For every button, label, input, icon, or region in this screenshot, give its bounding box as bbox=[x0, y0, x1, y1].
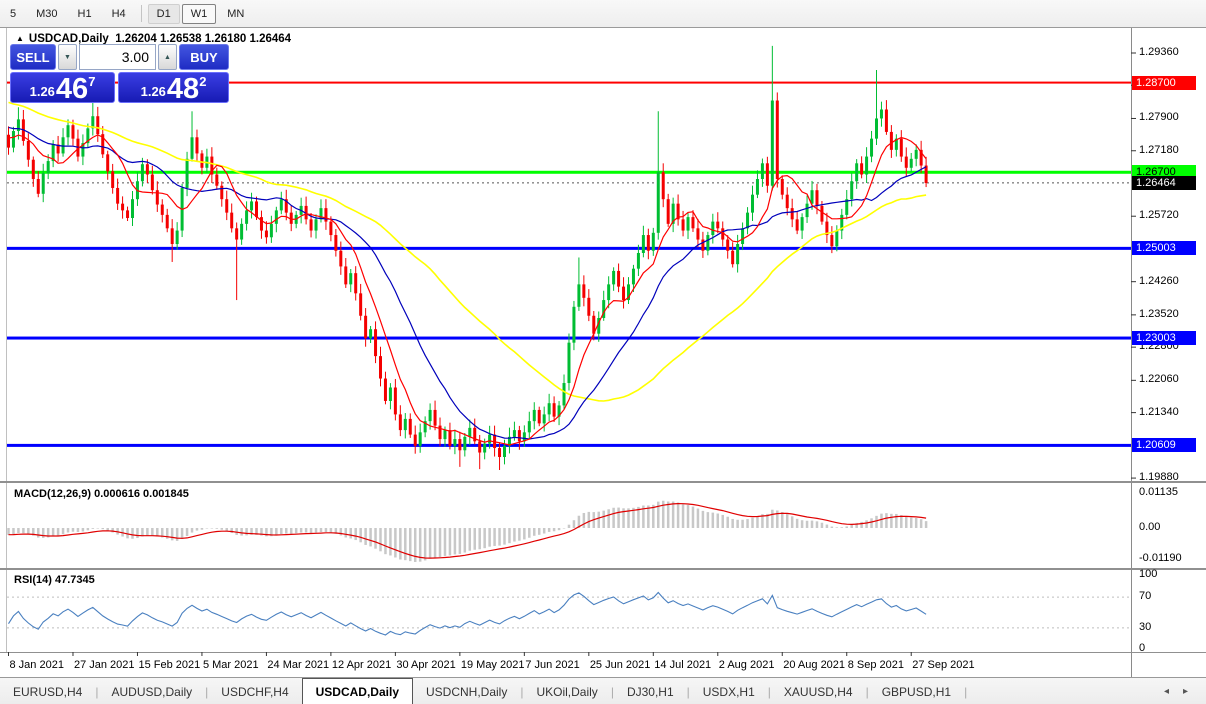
tab-EURUSD-H4[interactable]: EURUSD,H4 bbox=[0, 678, 95, 704]
price-tick-label: 1.29360 bbox=[1139, 46, 1179, 58]
trading-terminal: 5 M30 H1 H4 D1 W1 MN ▲ USDCAD,Daily 1.26204 1.2… bbox=[0, 0, 1206, 704]
tab-UKOil-Daily[interactable]: UKOil,Daily bbox=[523, 678, 610, 704]
sell-price-prefix: 1.26 bbox=[29, 84, 55, 99]
volume-decrease-button[interactable]: ▼ bbox=[58, 44, 77, 70]
hline-price-label: 1.20609 bbox=[1132, 438, 1196, 453]
date-tick-label: 30 Apr 2021 bbox=[396, 659, 456, 671]
current-price-label: 1.26464 bbox=[1132, 175, 1196, 190]
timeframe-button-W1[interactable]: W1 bbox=[181, 3, 217, 24]
sell-price-display[interactable]: 1.26 46 7 bbox=[10, 72, 116, 105]
macd-axis-label: 0.01135 bbox=[1139, 486, 1178, 498]
date-tick-label: 8 Jan 2021 bbox=[9, 659, 64, 671]
timeframe-button-H1[interactable]: H1 bbox=[69, 4, 101, 24]
tab-GBPUSD-H1[interactable]: GBPUSD,H1 bbox=[869, 678, 964, 704]
date-tick-label: 19 May 2021 bbox=[460, 659, 525, 671]
tab-XAUUSD-H4[interactable]: XAUUSD,H4 bbox=[771, 678, 866, 704]
buy-button[interactable]: BUY bbox=[179, 44, 229, 70]
tab-USDX-H1[interactable]: USDX,H1 bbox=[690, 678, 768, 704]
timeframe-button-D1[interactable]: D1 bbox=[147, 3, 180, 24]
macd-label: MACD(12,26,9) 0.000616 0.001845 bbox=[14, 488, 189, 500]
date-tick-label: 24 Mar 2021 bbox=[267, 659, 330, 671]
timeframe-toolbar: 5 M30 H1 H4 D1 W1 MN bbox=[0, 0, 1206, 28]
tab-scroll-right-icon[interactable]: ▸ bbox=[1183, 686, 1188, 697]
price-tick-label: 1.27900 bbox=[1139, 111, 1179, 124]
sell-price-sup: 7 bbox=[88, 74, 96, 89]
price-tick-label: 1.25720 bbox=[1139, 209, 1179, 222]
rsi-axis-label: 0 bbox=[1139, 642, 1146, 654]
price-tick-label: 1.27180 bbox=[1139, 143, 1179, 156]
toolbar-separator bbox=[140, 5, 142, 22]
buy-price-prefix: 1.26 bbox=[140, 84, 166, 99]
timeframe-button-H4[interactable]: H4 bbox=[103, 4, 135, 24]
hline-price-label: 1.23003 bbox=[1132, 331, 1196, 346]
rsi-axis-label: 30 bbox=[1139, 620, 1152, 633]
date-tick-label: 2 Aug 2021 bbox=[718, 659, 775, 671]
tab-USDCNH-Daily[interactable]: USDCNH,Daily bbox=[413, 678, 520, 704]
date-tick-label: 25 Jun 2021 bbox=[589, 659, 651, 671]
macd-axis-label: 0.00 bbox=[1139, 521, 1161, 533]
date-tick-label: 12 Apr 2021 bbox=[331, 659, 392, 671]
tab-USDCHF-H4[interactable]: USDCHF,H4 bbox=[208, 678, 301, 704]
timeframe-button-MN[interactable]: MN bbox=[218, 4, 253, 24]
date-tick-label: 8 Sep 2021 bbox=[847, 659, 905, 671]
volume-input[interactable] bbox=[79, 44, 156, 70]
timeframe-button-5[interactable]: 5 bbox=[1, 4, 25, 24]
symbol-tab-bar: EURUSD,H4 | AUDUSD,Daily | USDCHF,H4 USDCAD,D… bbox=[0, 677, 1206, 704]
timeframe-button-M30[interactable]: M30 bbox=[27, 4, 66, 24]
macd-axis-label: -0.01190 bbox=[1139, 552, 1182, 564]
date-tick-label: 27 Sep 2021 bbox=[912, 659, 975, 671]
one-click-trade-panel: SELL ▼ ▲ BUY 1.26 46 7 1.26 48 2 bbox=[10, 44, 229, 105]
price-tick-label: 1.19880 bbox=[1139, 471, 1179, 484]
price-tick-label: 1.21340 bbox=[1139, 405, 1179, 418]
hline-price-label: 1.25003 bbox=[1132, 241, 1196, 256]
date-tick-label: 27 Jan 2021 bbox=[73, 659, 135, 671]
tab-separator: | bbox=[964, 684, 968, 699]
date-tick-label: 5 Mar 2021 bbox=[202, 659, 259, 671]
buy-price-display[interactable]: 1.26 48 2 bbox=[118, 72, 229, 105]
date-tick-label: 20 Aug 2021 bbox=[783, 659, 846, 671]
price-tick-label: 1.22060 bbox=[1139, 373, 1179, 386]
rsi-axis-label: 100 bbox=[1139, 568, 1158, 580]
date-tick-label: 14 Jul 2021 bbox=[654, 659, 712, 671]
tab-USDCAD-Daily[interactable]: USDCAD,Daily bbox=[301, 678, 413, 704]
date-tick-label: 7 Jun 2021 bbox=[525, 659, 580, 671]
collapse-triangle-icon[interactable]: ▲ bbox=[16, 34, 24, 43]
buy-price-sup: 2 bbox=[199, 74, 207, 89]
chart-canvas bbox=[0, 27, 1206, 677]
buy-price-big: 48 bbox=[166, 73, 200, 105]
tab-DJ30-H1[interactable]: DJ30,H1 bbox=[614, 678, 687, 704]
date-tick-label: 15 Feb 2021 bbox=[138, 659, 201, 671]
volume-increase-button[interactable]: ▲ bbox=[158, 44, 177, 70]
sell-price-big: 46 bbox=[55, 73, 89, 105]
tab-AUDUSD-Daily[interactable]: AUDUSD,Daily bbox=[98, 678, 205, 704]
price-tick-label: 1.24260 bbox=[1139, 274, 1179, 287]
rsi-label: RSI(14) 47.7345 bbox=[14, 574, 95, 586]
price-tick-label: 1.23520 bbox=[1139, 307, 1179, 320]
hline-price-label: 1.28700 bbox=[1132, 75, 1196, 90]
tab-scroll-left-icon[interactable]: ◂ bbox=[1164, 686, 1169, 697]
sell-button[interactable]: SELL bbox=[10, 44, 56, 70]
rsi-axis-label: 70 bbox=[1139, 590, 1152, 603]
